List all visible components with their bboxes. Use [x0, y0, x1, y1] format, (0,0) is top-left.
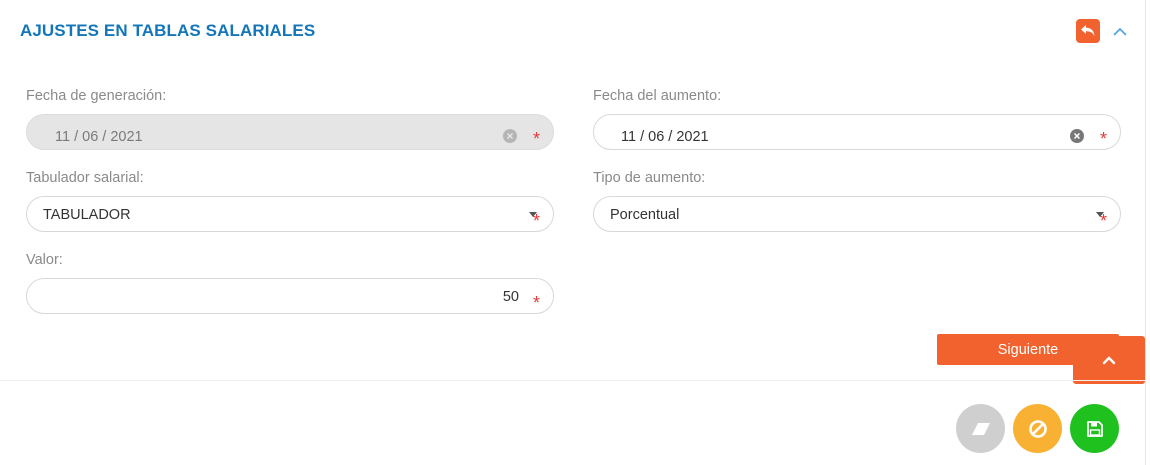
required-mark: *	[1100, 129, 1108, 149]
save-button[interactable]	[1070, 404, 1119, 453]
card-header: AJUSTES EN TABLAS SALARIALES	[0, 0, 1146, 62]
required-mark: *	[533, 211, 541, 231]
required-mark: *	[533, 129, 541, 149]
valor-value: 50	[502, 289, 519, 305]
clean-button[interactable]	[956, 404, 1005, 453]
fecha-generacion-value: 11 / 06 / 2021	[55, 129, 143, 145]
card: AJUSTES EN TABLAS SALARIALES Fecha de ge…	[0, 0, 1146, 465]
required-mark: *	[1100, 211, 1108, 231]
tipo-aumento-label: Tipo de aumento:	[593, 170, 706, 186]
fecha-aumento-label: Fecha del aumento:	[593, 88, 722, 104]
clear-date-icon[interactable]	[503, 129, 517, 143]
chevron-up-icon	[1113, 27, 1127, 36]
tipo-aumento-value: Porcentual	[610, 207, 680, 223]
tabulador-value: TABULADOR	[43, 207, 131, 223]
tabulador-label: Tabulador salarial:	[26, 170, 144, 186]
fecha-aumento-value: 11 / 06 / 2021	[621, 129, 709, 145]
collapse-button[interactable]	[1110, 23, 1130, 41]
fecha-aumento-field[interactable]: 11 / 06 / 2021 *	[593, 114, 1121, 150]
clear-date-icon[interactable]	[1070, 129, 1084, 143]
back-button[interactable]	[1076, 19, 1100, 43]
floppy-disk-icon	[1086, 420, 1103, 437]
divider	[0, 380, 1146, 381]
valor-label: Valor:	[26, 252, 63, 268]
fecha-generacion-field[interactable]: 11 / 06 / 2021 *	[26, 114, 554, 150]
reply-arrow-icon	[1081, 25, 1095, 36]
tabulador-select[interactable]: TABULADOR *	[26, 196, 554, 232]
fecha-generacion-label: Fecha de generación:	[26, 88, 167, 104]
required-mark: *	[533, 293, 541, 313]
ban-icon	[1028, 419, 1047, 438]
valor-input[interactable]: 50 *	[26, 278, 554, 314]
cancel-button[interactable]	[1013, 404, 1062, 453]
eraser-icon	[971, 422, 990, 435]
tipo-aumento-select[interactable]: Porcentual *	[593, 196, 1121, 232]
chevron-up-icon	[1102, 356, 1116, 365]
scroll-top-button[interactable]	[1073, 336, 1145, 384]
page-title: AJUSTES EN TABLAS SALARIALES	[20, 21, 316, 40]
